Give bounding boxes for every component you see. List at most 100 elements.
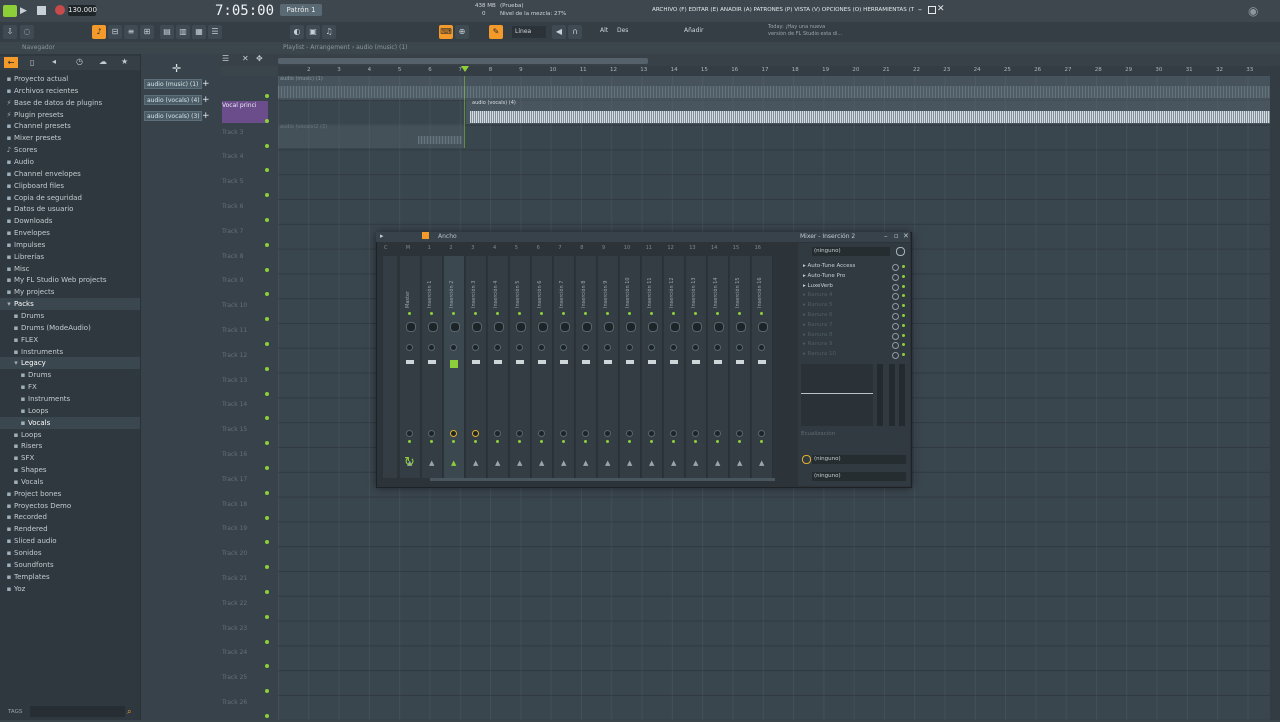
stereo-knob[interactable]: [692, 344, 699, 351]
insert-input-selector[interactable]: (ninguno): [812, 247, 890, 256]
mixer-strip[interactable]: Inserción 16: [752, 256, 773, 478]
browser-item[interactable]: ▪ Impulses: [0, 239, 140, 251]
volume-fader[interactable]: [472, 360, 480, 364]
browser-tags-label[interactable]: TAGS: [8, 709, 28, 715]
mixer-led-icon[interactable]: [430, 312, 433, 315]
route-arrow-icon[interactable]: ▲: [429, 459, 434, 467]
route-arrow-icon[interactable]: ▲: [715, 459, 720, 467]
mixer-minimize-icon[interactable]: –: [884, 232, 888, 240]
pan-knob[interactable]: [428, 322, 438, 332]
track-header[interactable]: Track 18: [222, 500, 266, 524]
browser-item[interactable]: ▪ Copia de seguridad: [0, 192, 140, 204]
track-header[interactable]: Track 17: [222, 475, 266, 499]
clip-vocals-2[interactable]: audio (vocals)2 (3): [278, 124, 464, 148]
track-header[interactable]: Track 7: [222, 227, 266, 251]
volume-fader[interactable]: [582, 360, 590, 364]
browser-item[interactable]: ▪ Instruments: [0, 393, 140, 405]
track-header[interactable]: Track 14: [222, 400, 266, 424]
route-led-icon[interactable]: [474, 440, 477, 443]
pan-knob[interactable]: [604, 322, 614, 332]
send-knob[interactable]: [670, 430, 677, 437]
send-knob[interactable]: [758, 430, 765, 437]
fx-slot-enable-led[interactable]: [902, 333, 905, 337]
route-led-icon[interactable]: [540, 440, 543, 443]
mixer-led-icon[interactable]: [760, 312, 763, 315]
browser-item[interactable]: ▪ Channel presets: [0, 120, 140, 132]
fx-slot[interactable]: ▸ Ranura 7: [803, 321, 893, 330]
playlist-icon[interactable]: ▤: [160, 25, 174, 39]
pan-knob[interactable]: [582, 322, 592, 332]
volume-fader[interactable]: [692, 360, 700, 364]
track-header[interactable]: Track 11: [222, 326, 266, 350]
browser-item[interactable]: ▪ Audio: [0, 156, 140, 168]
volume-fader[interactable]: [736, 360, 744, 364]
track-header[interactable]: Track 12: [222, 351, 266, 375]
route-led-icon[interactable]: [650, 440, 653, 443]
browser-item[interactable]: ▪ Proyecto actual: [0, 73, 140, 85]
track-mute-led[interactable]: [265, 490, 269, 495]
volume-fader[interactable]: [626, 360, 634, 364]
insert-fader-1[interactable]: [877, 364, 883, 426]
mixer-strip[interactable]: Inserción 4: [488, 256, 509, 478]
track-header[interactable]: Track 21: [222, 574, 266, 598]
browser-toggle-icon[interactable]: ▣: [306, 25, 320, 39]
track-header[interactable]: Track 10: [222, 301, 266, 325]
stereo-knob[interactable]: [450, 344, 457, 351]
track-header[interactable]: Track 6: [222, 202, 266, 226]
browser-item[interactable]: ▪ Drums (ModeAudio): [0, 322, 140, 334]
fx-slot-mix-knob[interactable]: [892, 283, 899, 291]
mixer-strip[interactable]: Master: [400, 256, 421, 478]
draw-tool-icon[interactable]: ✎: [489, 25, 503, 39]
track-header[interactable]: Track 4: [222, 152, 266, 176]
mixer-led-icon[interactable]: [694, 312, 697, 315]
browser-item[interactable]: ⚡ Base de datos de plugins: [0, 97, 140, 109]
stereo-knob[interactable]: [714, 344, 721, 351]
stereo-knob[interactable]: [406, 344, 413, 351]
track-mute-led[interactable]: [265, 590, 269, 594]
channel-button[interactable]: audio (music) (1): [144, 79, 202, 89]
browser-item[interactable]: ▪ Datos de usuario: [0, 203, 140, 215]
send-knob[interactable]: [736, 430, 743, 437]
track-header[interactable]: Vocal princi: [222, 100, 268, 123]
browser-item[interactable]: ▾ Packs: [0, 298, 140, 311]
browser-clock-icon[interactable]: ◷: [76, 57, 83, 66]
pan-knob[interactable]: [406, 322, 416, 332]
mixer-bottom-scroll[interactable]: [430, 478, 775, 481]
mixer-strip[interactable]: Inserción 12: [664, 256, 685, 478]
pan-knob[interactable]: [758, 322, 768, 332]
track-header[interactable]: Track 16: [222, 450, 266, 474]
stereo-knob[interactable]: [472, 344, 479, 351]
browser-item[interactable]: ▪ Clipboard files: [0, 180, 140, 192]
route-arrow-icon[interactable]: ▲: [649, 459, 654, 467]
mixer-maximize-icon[interactable]: ▫: [894, 232, 899, 240]
browser-file-icon[interactable]: ▯: [30, 58, 34, 67]
fx-slot[interactable]: ▸ Ranura 8: [803, 331, 893, 340]
stereo-knob[interactable]: [648, 344, 655, 351]
mixer-led-icon[interactable]: [408, 312, 411, 315]
track-header[interactable]: Track 9: [222, 276, 266, 300]
fx-slot[interactable]: ▸ Ranura 10: [803, 350, 893, 359]
stereo-knob[interactable]: [758, 344, 765, 351]
volume-fader[interactable]: [604, 360, 612, 364]
track-mute-led[interactable]: [265, 118, 269, 123]
mixer-menu-icon[interactable]: ▸: [380, 232, 384, 240]
insert-fader-2[interactable]: [889, 364, 895, 426]
route-arrow-icon[interactable]: ▲: [605, 459, 610, 467]
fx-slot-mix-knob[interactable]: [892, 332, 899, 340]
track-header[interactable]: Track 15: [222, 425, 266, 449]
track-header[interactable]: Track 3: [222, 128, 266, 152]
track-header[interactable]: Track 22: [222, 599, 266, 623]
browser-cloud-icon[interactable]: ☁: [99, 57, 107, 66]
volume-fader[interactable]: [714, 360, 722, 364]
fx-slot[interactable]: ▸ Ranura 6: [803, 311, 893, 320]
track-header[interactable]: Track 25: [222, 673, 266, 697]
route-led-icon[interactable]: [738, 440, 741, 443]
channel-rack-icon[interactable]: ▦: [192, 25, 206, 39]
route-led-icon[interactable]: [694, 440, 697, 443]
stereo-knob[interactable]: [560, 344, 567, 351]
stereo-knob[interactable]: [428, 344, 435, 351]
track-mute-led[interactable]: [265, 242, 269, 247]
browser-search-input[interactable]: [30, 706, 125, 717]
tempo-display[interactable]: 130.000: [68, 5, 97, 16]
fx-slot-mix-knob[interactable]: [892, 264, 899, 271]
